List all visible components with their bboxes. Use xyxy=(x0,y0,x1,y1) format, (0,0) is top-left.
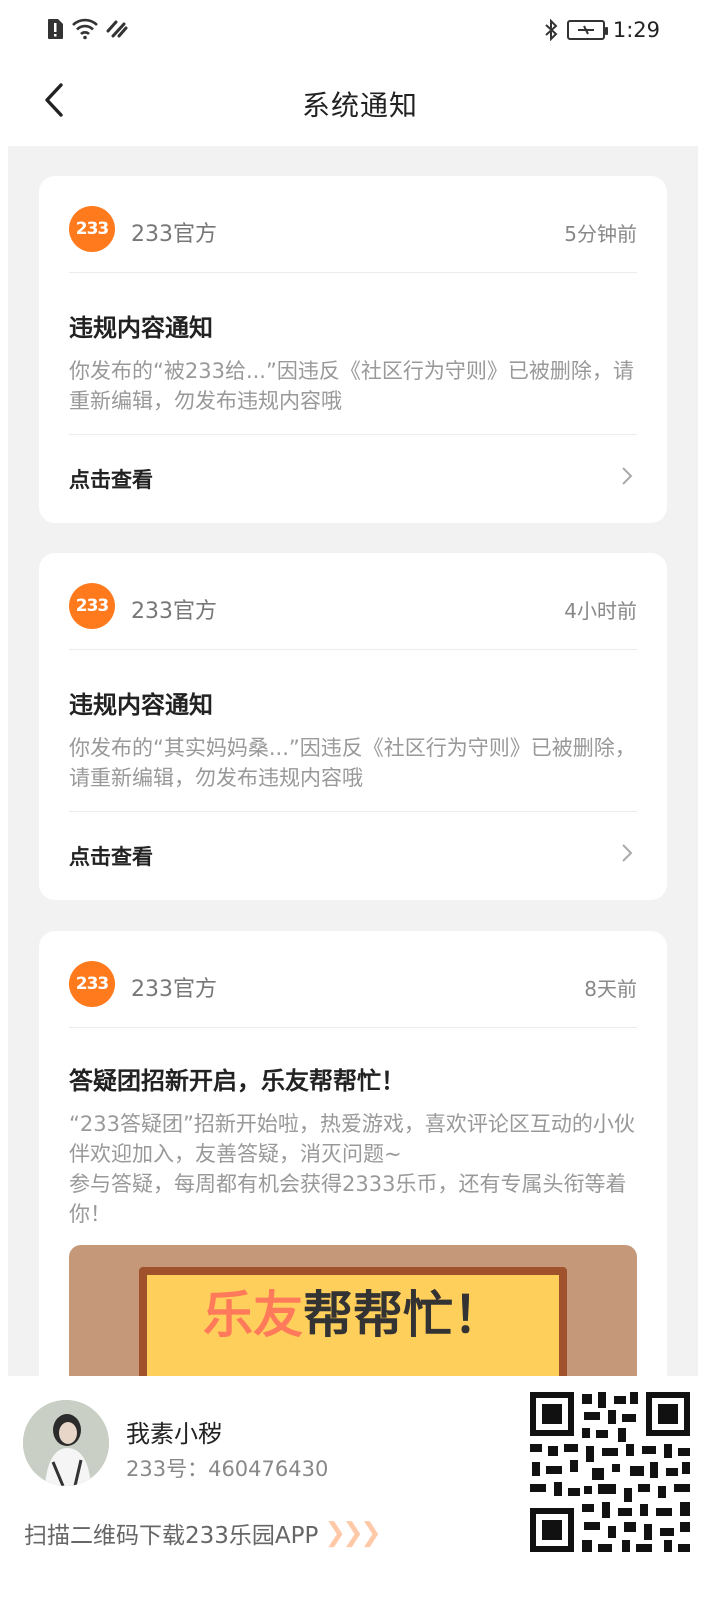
sender-name: 233官方 xyxy=(131,599,217,624)
divider xyxy=(69,272,637,273)
notice-time: 4小时前 xyxy=(564,599,637,623)
notice-title: 答疑团招新开启，乐友帮帮忙！ xyxy=(69,1067,405,1095)
status-bar: 1:29 xyxy=(0,0,720,64)
bluetooth-icon xyxy=(545,19,558,41)
chevron-right-icon[interactable] xyxy=(617,464,637,488)
divider xyxy=(69,434,637,435)
event-banner[interactable]: 乐友帮帮忙！ xyxy=(69,1245,637,1376)
notice-body: “233答疑团”招新开始啦，热爱游戏，喜欢评论区互动的小伙伴欢迎加入，友善答疑，… xyxy=(69,1109,637,1229)
notification-list[interactable]: 233 233官方 5分钟前 违规内容通知 你发布的“被233给...”因违反《… xyxy=(8,146,698,1376)
status-icons-right: 1:29 xyxy=(543,18,660,42)
scan-tip-text: 扫描二维码下载233乐园APP xyxy=(24,1523,319,1549)
notification-card: 233 233官方 4小时前 违规内容通知 你发布的“其实妈妈桑...”因违反《… xyxy=(39,553,667,900)
card-header: 233 233官方 8天前 xyxy=(39,931,667,1027)
card-header: 233 233官方 5分钟前 xyxy=(39,176,667,272)
status-icons-left xyxy=(46,18,128,40)
notice-body: 你发布的“被233给...”因违反《社区行为守则》已被删除，请重新编辑，勿发布违… xyxy=(69,359,634,413)
divider xyxy=(69,649,637,650)
qr-code xyxy=(526,1388,694,1556)
notice-time: 8天前 xyxy=(584,977,637,1001)
notice-title: 违规内容通知 xyxy=(69,691,213,719)
wifi-icon xyxy=(72,18,98,40)
banner-text-part: 帮帮忙！ xyxy=(303,1286,503,1344)
data-sync-icon xyxy=(106,20,128,38)
sender-name: 233官方 xyxy=(131,977,217,1002)
notification-card: 233 233官方 5分钟前 违规内容通知 你发布的“被233给...”因违反《… xyxy=(39,176,667,523)
official-avatar: 233 xyxy=(69,961,115,1007)
scan-tip: 扫描二维码下载233乐园APP ❯❯❯ xyxy=(24,1516,382,1550)
divider xyxy=(69,1027,637,1028)
chevron-right-icon[interactable] xyxy=(617,841,637,865)
user-avatar xyxy=(23,1400,109,1486)
official-avatar: 233 xyxy=(69,583,115,629)
nav-bar: 系统通知 xyxy=(0,64,720,146)
qr-code-icon xyxy=(526,1388,694,1556)
share-footer: 我素小秽 233号：460476430 扫描二维码下载233乐园APP ❯❯❯ xyxy=(0,1376,720,1600)
notice-title: 违规内容通知 xyxy=(69,314,213,342)
user-name: 我素小秽 xyxy=(126,1420,222,1448)
view-detail-link[interactable]: 点击查看 xyxy=(69,841,153,871)
notice-body: 你发布的“其实妈妈桑...”因违反《社区行为守则》已被删除，请重新编辑，勿发布违… xyxy=(69,736,636,790)
notice-time: 5分钟前 xyxy=(564,222,637,246)
banner-text-part: 乐友 xyxy=(203,1286,303,1344)
arrows-icon: ❯❯❯ xyxy=(324,1518,381,1548)
user-id: 233号：460476430 xyxy=(126,1457,329,1481)
sender-name: 233官方 xyxy=(131,222,217,247)
view-detail-link[interactable]: 点击查看 xyxy=(69,464,153,494)
page-title: 系统通知 xyxy=(301,89,418,122)
card-header: 233 233官方 4小时前 xyxy=(39,553,667,649)
official-avatar: 233 xyxy=(69,206,115,252)
status-time: 1:29 xyxy=(612,18,660,42)
notification-card: 233 233官方 8天前 答疑团招新开启，乐友帮帮忙！ “233答疑团”招新开… xyxy=(39,931,667,1376)
notice-body-line: “233答疑团”招新开始啦，热爱游戏，喜欢评论区互动的小伙伴欢迎加入，友善答疑，… xyxy=(69,1112,635,1166)
banner-text: 乐友帮帮忙！ xyxy=(69,1275,637,1347)
battery-icon xyxy=(566,20,608,40)
divider xyxy=(69,811,637,812)
sim-alert-icon xyxy=(48,19,63,39)
notice-body-line: 参与答疑，每周都有机会获得2333乐币，还有专属头衔等着你！ xyxy=(69,1172,627,1226)
